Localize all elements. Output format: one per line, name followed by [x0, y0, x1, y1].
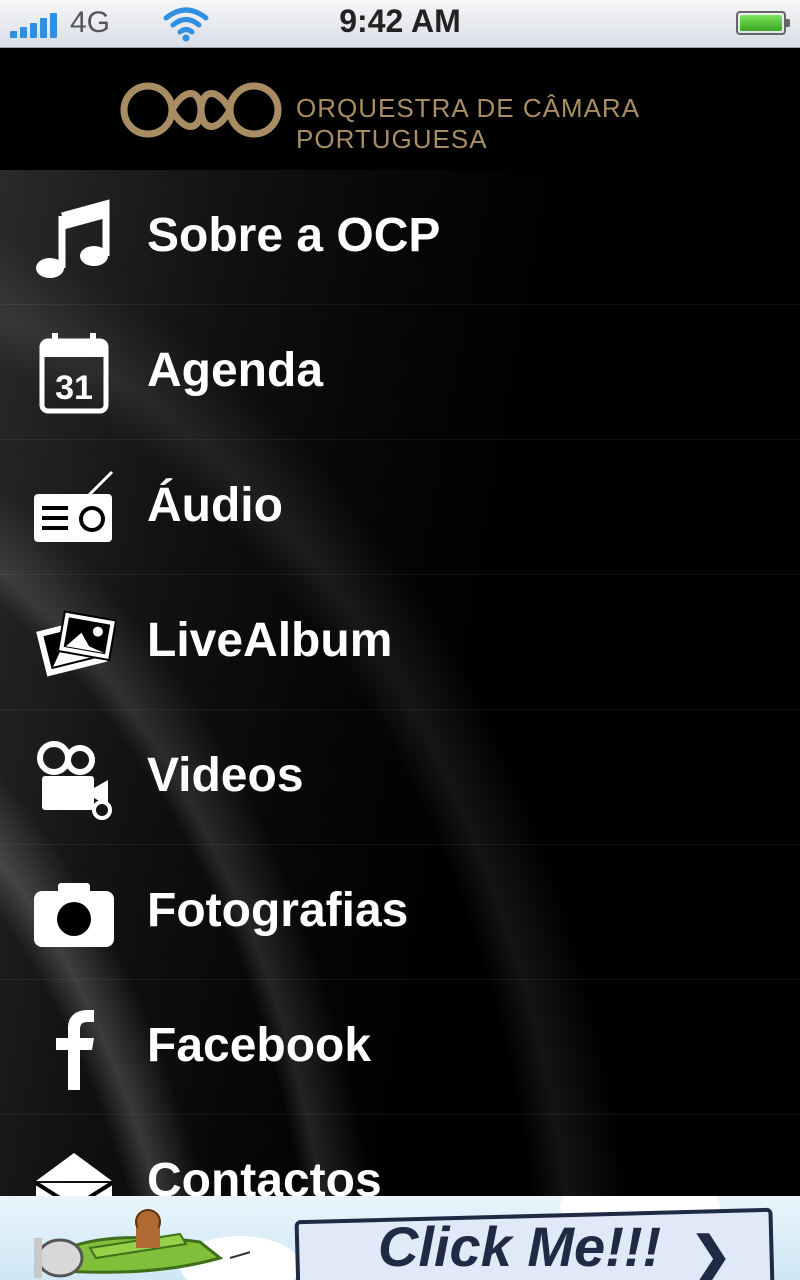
logo-icon	[120, 82, 282, 138]
menu-label: Agenda	[147, 344, 324, 397]
music-note-icon	[36, 199, 110, 278]
status-bar: 4G 9:42 AM	[0, 0, 800, 48]
menu-label: Facebook	[147, 1019, 372, 1072]
menu-item-agenda[interactable]: 31 Agenda	[0, 305, 800, 440]
status-time: 9:42 AM	[339, 3, 461, 39]
airplane-icon	[34, 1209, 250, 1278]
photo-album-icon	[36, 610, 116, 677]
menu-item-fotografias[interactable]: Fotografias	[0, 845, 800, 980]
video-camera-icon	[37, 741, 112, 820]
chevron-right-icon: ❯	[690, 1227, 732, 1280]
calendar-icon: 31	[39, 333, 109, 414]
menu-item-audio[interactable]: Áudio	[0, 440, 800, 575]
menu-label: Videos	[147, 749, 304, 802]
menu-item-sobre[interactable]: Sobre a OCP	[0, 170, 800, 305]
menu-item-videos[interactable]: Videos	[0, 710, 800, 845]
menu-item-livealbum[interactable]: LiveAlbum	[0, 575, 800, 710]
ad-text: Click Me!!!	[378, 1215, 662, 1278]
facebook-icon	[56, 1010, 94, 1090]
menu-item-contactos[interactable]: Contactos	[0, 1115, 800, 1196]
radio-icon	[34, 470, 114, 542]
menu-item-facebook[interactable]: Facebook	[0, 980, 800, 1115]
ad-banner[interactable]: Click Me!!! ❯	[0, 1196, 800, 1280]
calendar-day-text: 31	[55, 369, 93, 407]
camera-icon	[34, 883, 114, 947]
battery-icon	[736, 11, 790, 35]
envelope-icon	[34, 1153, 114, 1196]
menu-label: Contactos	[147, 1154, 382, 1196]
main-menu: Sobre a OCP 31 Agenda Áudio LiveAlbum Vi…	[0, 170, 800, 1196]
menu-label: LiveAlbum	[147, 614, 393, 667]
logo-text: ORQUESTRA DE CÂMARA PORTUGUESA	[296, 93, 639, 154]
menu-label: Sobre a OCP	[147, 209, 441, 262]
menu-label: Áudio	[147, 479, 283, 532]
menu-label: Fotografias	[147, 884, 409, 937]
